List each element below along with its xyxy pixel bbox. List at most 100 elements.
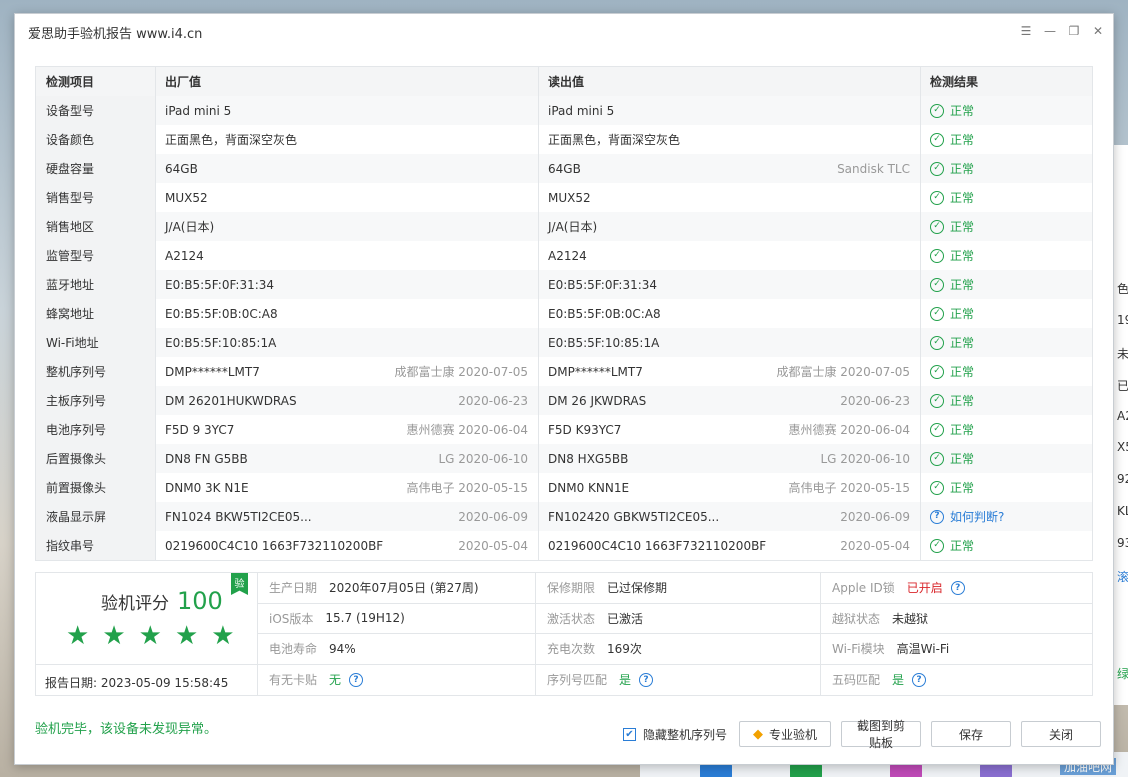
result-cell: ✓ 正常 [921, 154, 1092, 183]
result-text: 正常 [950, 220, 975, 234]
table-row: 主板序列号 DM 26201HUKWDRAS 2020-06-23 DM 26 JKW… [36, 386, 1092, 415]
result-text: 正常 [950, 307, 975, 321]
factory-cell: F5D 9 3YC7 惠州德赛 2020-06-04 [156, 415, 539, 444]
factory-note: 2020-06-09 [458, 509, 528, 524]
how-to-judge-link[interactable]: ? 如何判断? [930, 508, 1004, 525]
read-note: LG 2020-06-10 [820, 451, 910, 466]
background-text: 未 [1117, 347, 1128, 361]
checkbox-checked-icon[interactable]: ✔ [622, 727, 636, 741]
factory-cell: J/A(日本) [156, 212, 539, 241]
table-row: 蓝牙地址 E0:B5:5F:0F:31:34 E0:B5:5F:0F:31:34 ✓ 正… [36, 270, 1092, 299]
help-icon[interactable]: ? [950, 580, 965, 595]
close-icon[interactable]: ✕ [1089, 22, 1107, 40]
copy-screenshot-button[interactable]: 截图到剪贴板 [841, 719, 921, 750]
item-label: 主板序列号 [36, 386, 156, 415]
score-value: 100 [177, 587, 223, 615]
result-text: 正常 [950, 423, 975, 437]
window-title: 爱思助手验机报告 www.i4.cn [28, 27, 203, 42]
hide-serial-label: 隐藏整机序列号 [642, 727, 727, 742]
result-ok: ✓ 正常 [930, 392, 974, 409]
summary-value: 是 [892, 673, 905, 688]
check-circle-icon: ✓ [930, 306, 944, 321]
close-button[interactable]: 关闭 [1021, 721, 1101, 747]
menu-icon[interactable]: ☰ [1017, 22, 1035, 40]
result-cell: ✓ 正常 [921, 241, 1092, 270]
read-cell: DN8 HXG5BB LG 2020-06-10 [539, 444, 921, 473]
help-icon[interactable]: ? [639, 672, 654, 687]
table-row: 监管型号 A2124 A2124 ✓ 正常 [36, 241, 1092, 270]
result-text: 正常 [950, 249, 975, 263]
header-factory: 出厂值 [156, 67, 539, 96]
read-value: E0:B5:5F:0B:0C:A8 [548, 306, 661, 321]
save-button[interactable]: 保存 [931, 721, 1011, 747]
read-value: DM 26 JKWDRAS [548, 393, 647, 408]
factory-value: E0:B5:5F:10:85:1A [165, 335, 277, 350]
title-bar[interactable]: 爱思助手验机报告 www.i4.cn ☰ — ❐ ✕ [15, 14, 1113, 48]
summary-key: 有无卡贴 [269, 673, 318, 688]
factory-value: E0:B5:5F:0F:31:34 [165, 277, 275, 292]
read-cell: E0:B5:5F:0B:0C:A8 [539, 299, 921, 328]
read-cell: 64GB Sandisk TLC [539, 154, 921, 183]
summary-panel: 验机评分 100 ★ ★ ★ ★ ★ 验 报告日期: 2023-05-09 15:58:… [35, 572, 1093, 696]
read-cell: FN102420 GBKW5TI2CE05... 2020-06-09 [539, 502, 921, 531]
score-line: 验机评分 100 [101, 587, 223, 615]
factory-note: 成都富士康 2020-07-05 [394, 365, 528, 379]
read-cell: DNM0 KNN1E 高伟电子 2020-05-15 [539, 473, 921, 502]
table-row: 销售型号 MUX52 MUX52 ✓ 正常 [36, 183, 1092, 212]
item-label: Wi-Fi地址 [36, 328, 156, 357]
diamond-icon: ◆ [752, 726, 763, 742]
factory-cell: 正面黑色，背面深空灰色 [156, 125, 539, 154]
result-text: 正常 [950, 278, 975, 292]
summary-value: 169次 [607, 642, 642, 657]
result-cell: ✓ 正常 [921, 357, 1092, 386]
factory-value: MUX52 [165, 190, 208, 205]
background-text: A2 [1117, 409, 1128, 423]
read-value: 0219600C4C10 1663F732110200BF [548, 538, 767, 553]
item-label: 硬盘容量 [36, 154, 156, 183]
footer-actions: ✔ 隐藏整机序列号 ◆ 专业验机 截图到剪贴板 保存 关闭 [622, 719, 1101, 750]
help-icon[interactable]: ? [912, 672, 927, 687]
result-ok: ✓ 正常 [930, 421, 974, 438]
summary-cell: 五码匹配是? [821, 665, 1092, 696]
read-value: DNM0 KNN1E [548, 480, 630, 495]
background-text: 已 [1117, 379, 1128, 393]
read-cell: DM 26 JKWDRAS 2020-06-23 [539, 386, 921, 415]
result-ok: ✓ 正常 [930, 305, 974, 322]
result-cell: ✓ 正常 [921, 125, 1092, 154]
help-icon[interactable]: ? [349, 672, 364, 687]
star-icon: ★ [211, 621, 235, 651]
header-item: 检测项目 [36, 67, 156, 96]
factory-value: DM 26201HUKWDRAS [165, 393, 297, 408]
factory-note: 惠州德赛 2020-06-04 [406, 423, 528, 437]
factory-value: DNM0 3K N1E [165, 480, 249, 495]
summary-cell: 越狱状态 未越狱 [821, 604, 1092, 634]
pro-inspect-button[interactable]: ◆ 专业验机 [739, 721, 831, 747]
read-cell: iPad mini 5 [539, 96, 921, 125]
report-date-value: 2023-05-09 15:58:45 [100, 676, 229, 690]
item-label: 监管型号 [36, 241, 156, 270]
check-circle-icon: ✓ [930, 451, 944, 466]
question-circle-icon: ? [930, 509, 944, 524]
item-label: 整机序列号 [36, 357, 156, 386]
read-value: DMP******LMT7 [548, 364, 643, 379]
star-icon: ★ [174, 621, 199, 651]
check-circle-icon: ✓ [930, 422, 944, 437]
summary-cell: iOS版本 15.7 (19H12) [258, 603, 536, 634]
restore-icon[interactable]: ❐ [1065, 22, 1083, 40]
factory-cell: 0219600C4C10 1663F732110200BF 2020-05-04 [156, 531, 539, 560]
table-row: 整机序列号 DMP******LMT7 成都富士康 2020-07-05 DMP***… [36, 357, 1092, 386]
item-label: 设备型号 [36, 96, 156, 125]
hide-serial-toggle[interactable]: ✔ 隐藏整机序列号 [622, 726, 727, 743]
star-icon: ★ [66, 621, 90, 651]
factory-note: LG 2020-06-10 [438, 451, 528, 466]
factory-cell: DN8 FN G5BB LG 2020-06-10 [156, 444, 539, 473]
report-window: 爱思助手验机报告 www.i4.cn ☰ — ❐ ✕ 检测项目 出厂值 读出值 … [14, 13, 1114, 765]
result-ok: ✓ 正常 [930, 479, 974, 496]
factory-value: A2124 [165, 248, 204, 263]
minimize-icon[interactable]: — [1041, 22, 1059, 40]
check-circle-icon: ✓ [930, 538, 944, 553]
result-cell: ✓ 正常 [921, 328, 1092, 357]
result-ok: ✓ 正常 [930, 276, 974, 293]
background-text: 938 [1117, 536, 1128, 550]
factory-value: iPad mini 5 [165, 103, 232, 118]
